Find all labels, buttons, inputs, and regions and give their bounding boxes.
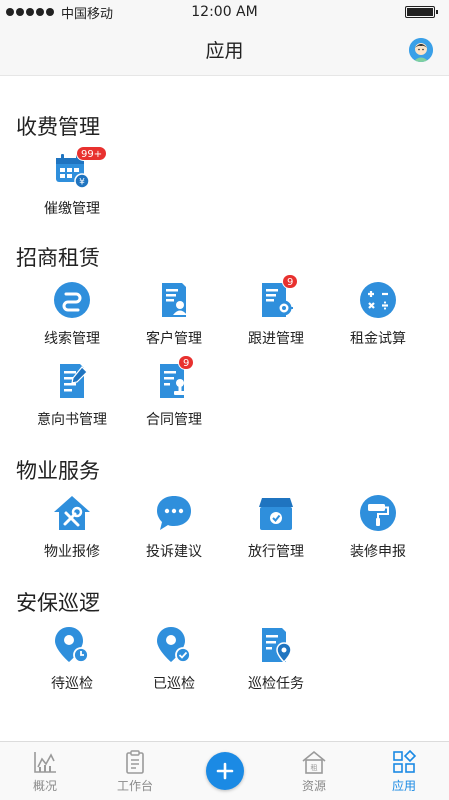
chart-icon bbox=[34, 752, 56, 773]
app-label: 巡检任务 bbox=[248, 676, 304, 692]
customer-doc-icon bbox=[154, 280, 194, 320]
app-follow-up-management[interactable]: 9 跟进管理 bbox=[224, 274, 328, 350]
app-payment-reminder[interactable]: ¥ 99+ 催缴管理 bbox=[20, 146, 124, 220]
tab-resources[interactable]: 租 资源 bbox=[269, 742, 359, 800]
pin-clock-icon bbox=[52, 625, 92, 665]
status-bar: 中国移动 12:00 AM bbox=[0, 0, 449, 24]
app-pending-inspection[interactable]: 待巡检 bbox=[20, 625, 124, 695]
section-title: 安保巡逻 bbox=[16, 591, 100, 615]
app-property-repair[interactable]: 物业报修 bbox=[20, 493, 124, 563]
section-title: 物业服务 bbox=[16, 459, 100, 483]
tab-label: 概况 bbox=[32, 779, 57, 793]
app-intent-letter-management[interactable]: 意向书管理 bbox=[20, 361, 124, 431]
app-label: 装修申报 bbox=[350, 544, 406, 560]
user-avatar-icon[interactable] bbox=[409, 38, 433, 62]
app-label: 已巡检 bbox=[153, 676, 195, 692]
app-label: 物业报修 bbox=[44, 544, 100, 560]
chat-bubble-icon bbox=[154, 493, 194, 533]
app-customer-management[interactable]: 客户管理 bbox=[122, 280, 226, 350]
section-title: 收费管理 bbox=[16, 115, 100, 139]
bottom-tab-bar: 概况 工作台 租 资源 应用 bbox=[0, 741, 449, 800]
app-label: 投诉建议 bbox=[146, 544, 202, 560]
tab-overview[interactable]: 概况 bbox=[0, 742, 90, 800]
app-label: 意向书管理 bbox=[37, 412, 107, 428]
app-label: 合同管理 bbox=[146, 412, 202, 428]
app-label: 待巡检 bbox=[51, 676, 93, 692]
status-time: 12:00 AM bbox=[191, 4, 258, 20]
plus-icon bbox=[216, 762, 234, 780]
tab-workbench[interactable]: 工作台 bbox=[90, 742, 180, 800]
add-button[interactable] bbox=[206, 752, 244, 790]
app-label: 催缴管理 bbox=[44, 201, 100, 217]
app-inspection-task[interactable]: 巡检任务 bbox=[224, 625, 328, 695]
app-complaint-suggestion[interactable]: 投诉建议 bbox=[122, 493, 226, 563]
page-title: 应用 bbox=[205, 40, 244, 62]
app-completed-inspection[interactable]: 已巡检 bbox=[122, 625, 226, 695]
app-label: 线索管理 bbox=[44, 331, 100, 347]
contract-stamp-icon: 9 bbox=[154, 355, 195, 401]
pin-check-icon bbox=[154, 625, 194, 665]
app-label: 客户管理 bbox=[146, 331, 202, 347]
svg-text:租: 租 bbox=[311, 764, 318, 772]
section-title: 招商租赁 bbox=[16, 246, 100, 270]
clipboard-icon bbox=[126, 750, 144, 774]
doc-pin-icon bbox=[256, 625, 296, 665]
calendar-payment-icon: ¥ 99+ bbox=[52, 146, 108, 190]
app-rent-calculator[interactable]: 租金试算 bbox=[326, 280, 430, 350]
paint-roller-icon bbox=[358, 493, 398, 533]
follow-up-doc-icon: 9 bbox=[256, 274, 299, 320]
battery-icon bbox=[405, 6, 438, 18]
notification-badge: 99+ bbox=[76, 146, 108, 161]
svg-text:¥: ¥ bbox=[79, 178, 85, 188]
app-release-management[interactable]: 放行管理 bbox=[224, 493, 328, 563]
app-contract-management[interactable]: 9 合同管理 bbox=[122, 355, 226, 431]
tab-label: 应用 bbox=[391, 779, 416, 793]
navigation-bar: 应用 bbox=[0, 24, 449, 76]
app-label: 放行管理 bbox=[248, 544, 304, 560]
tab-label: 工作台 bbox=[116, 779, 153, 793]
app-list: 收费管理 ¥ 99+ 催缴管理 招商租赁 线索管理 客户管理 9 跟进管理 租金… bbox=[0, 77, 449, 741]
house-repair-icon bbox=[52, 493, 92, 533]
intent-doc-edit-icon bbox=[52, 361, 92, 401]
app-label: 租金试算 bbox=[350, 331, 406, 347]
clue-link-icon bbox=[52, 280, 92, 320]
app-label: 跟进管理 bbox=[248, 331, 304, 347]
apps-grid-icon bbox=[393, 749, 417, 773]
calculator-icon bbox=[358, 280, 398, 320]
app-renovation-declaration[interactable]: 装修申报 bbox=[326, 493, 430, 563]
box-check-icon bbox=[256, 493, 296, 533]
building-icon: 租 bbox=[302, 750, 326, 774]
app-clue-management[interactable]: 线索管理 bbox=[20, 280, 124, 350]
tab-label: 资源 bbox=[301, 779, 326, 793]
tab-apps[interactable]: 应用 bbox=[359, 742, 449, 800]
